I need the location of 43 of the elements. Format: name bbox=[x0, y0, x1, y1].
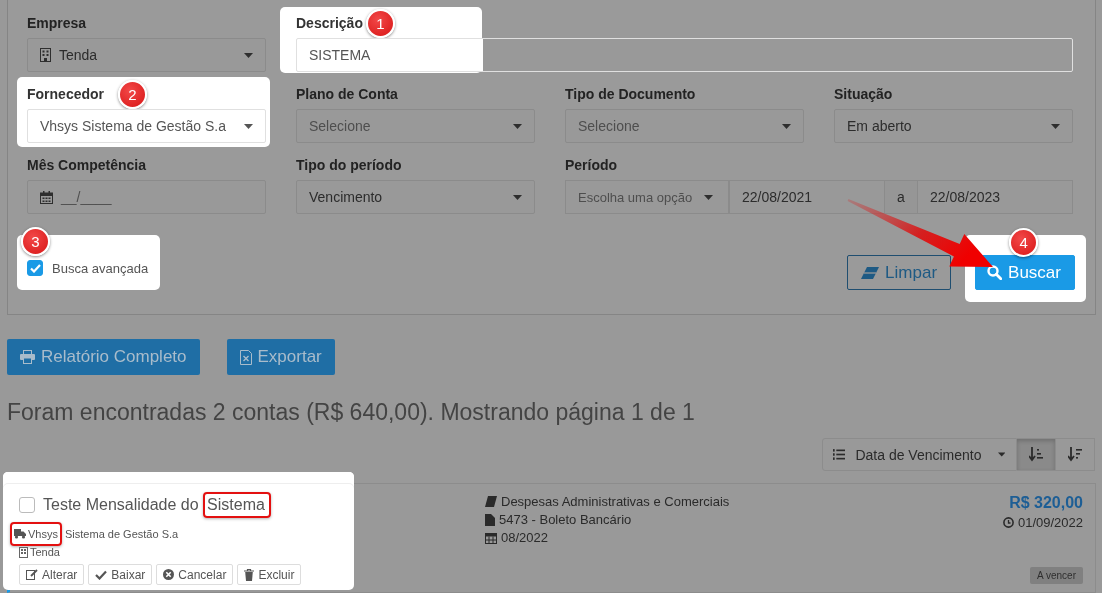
edit-button[interactable]: Alterar bbox=[19, 564, 85, 585]
field-label: Mês Competência bbox=[27, 157, 147, 173]
field-label: Empresa bbox=[27, 15, 87, 31]
category-text: Despesas Administrativas e Comerciais bbox=[501, 494, 730, 509]
field-label: Plano de Conta bbox=[296, 86, 398, 102]
sort-select[interactable]: Data de Vencimento bbox=[822, 438, 1017, 471]
month-field[interactable]: __/____ bbox=[27, 180, 266, 214]
settle-button[interactable]: Baixar bbox=[88, 564, 153, 585]
description-field[interactable]: SISTEMA bbox=[296, 38, 1073, 72]
due-date: 01/09/2022 bbox=[1017, 515, 1083, 530]
field-label: Descrição bbox=[296, 15, 363, 31]
start-date-field[interactable]: 22/08/2021 bbox=[729, 180, 885, 214]
select-field[interactable]: Tenda bbox=[27, 38, 266, 72]
amount-text: R$ 320,00 bbox=[1009, 494, 1083, 512]
range-separator: a bbox=[885, 180, 917, 214]
search-button[interactable]: Buscar bbox=[975, 255, 1075, 290]
report-button[interactable]: Relatório Completo bbox=[7, 339, 200, 375]
select-field[interactable]: Selecione bbox=[565, 109, 804, 143]
highlighted-word: Sistema bbox=[203, 492, 271, 518]
select-field[interactable]: Vhsys Sistema de Gestão S.a bbox=[27, 109, 266, 143]
field-label: Fornecedor bbox=[27, 86, 104, 102]
select-field[interactable]: Em aberto bbox=[834, 109, 1073, 143]
delete-button[interactable]: Excluir bbox=[237, 564, 302, 585]
highlighted-word: Vhsys bbox=[10, 522, 62, 546]
result-title: Teste Mensalidade do bbox=[43, 496, 200, 514]
cancel-button[interactable]: Cancelar bbox=[156, 564, 234, 585]
export-button[interactable]: Exportar bbox=[226, 339, 335, 375]
document-text: 5473 - Boleto Bancário bbox=[499, 512, 632, 527]
competence-month: 08/2022 bbox=[501, 530, 548, 545]
end-date-field[interactable]: 22/08/2023 bbox=[917, 180, 1073, 214]
company-name: Tenda bbox=[30, 546, 60, 558]
period-select[interactable]: Escolha uma opção bbox=[565, 180, 729, 214]
field-label: Período bbox=[565, 157, 618, 173]
field-label: Tipo de Documento bbox=[565, 86, 696, 102]
checkbox-label: Busca avançada bbox=[52, 260, 149, 276]
select-field[interactable]: Vencimento bbox=[296, 180, 535, 214]
select-field[interactable]: Selecione bbox=[296, 109, 535, 143]
field-label: Tipo do período bbox=[296, 157, 402, 173]
supplier-name: Sistema de Gestão S.a bbox=[64, 527, 179, 542]
results-summary: Foram encontradas 2 contas (R$ 640,00). Mostrando página 1 de 1 bbox=[7, 398, 696, 426]
clear-button[interactable]: Limpar bbox=[847, 255, 952, 290]
field-label: Situação bbox=[834, 86, 893, 102]
status-badge: A vencer bbox=[1030, 567, 1083, 584]
